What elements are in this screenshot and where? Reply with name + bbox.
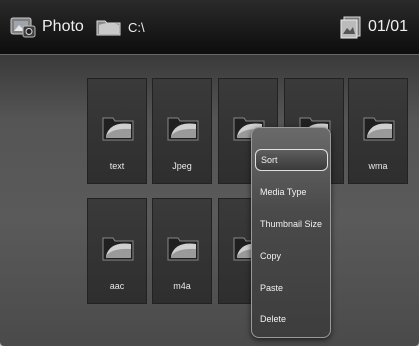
folder-icon bbox=[96, 17, 122, 37]
folder-icon bbox=[363, 117, 395, 141]
folder-tile[interactable]: wma bbox=[348, 78, 408, 184]
photo-icon bbox=[10, 15, 36, 39]
folder-icon bbox=[167, 117, 199, 141]
menu-item-delete[interactable]: Delete bbox=[258, 308, 326, 330]
page-indicator: 01/01 bbox=[368, 18, 409, 35]
page-counter: 01/01 bbox=[340, 0, 408, 54]
menu-item-copy[interactable]: Copy bbox=[258, 245, 326, 267]
tile-label: Jpeg bbox=[172, 161, 192, 171]
top-bar: Photo C:\ 01/01 bbox=[0, 0, 419, 55]
tile-label: m4a bbox=[173, 281, 191, 291]
tile-label: aac bbox=[109, 281, 125, 291]
menu-item-sort[interactable]: Sort bbox=[255, 149, 328, 171]
folder-icon bbox=[167, 237, 199, 261]
tile-label: wma bbox=[368, 161, 388, 171]
folder-tile[interactable]: text bbox=[87, 78, 147, 184]
tile-label: text bbox=[109, 161, 125, 171]
folder-tile[interactable]: Jpeg bbox=[152, 78, 212, 184]
section-label: Photo bbox=[42, 18, 84, 35]
context-menu: Sort Media Type Thumbnail Size Copy Past… bbox=[251, 127, 331, 338]
path-label: C:\ bbox=[128, 19, 145, 35]
section-indicator: Photo bbox=[10, 0, 84, 54]
menu-item-paste[interactable]: Paste bbox=[258, 277, 326, 299]
pages-icon bbox=[340, 15, 362, 39]
current-path: C:\ bbox=[96, 0, 145, 54]
media-browser-window: Photo C:\ 01/01 text Jpeg wma aac m4a So… bbox=[0, 0, 419, 346]
folder-icon bbox=[102, 237, 134, 261]
folder-icon bbox=[102, 117, 134, 141]
menu-item-thumbnail-size[interactable]: Thumbnail Size bbox=[258, 213, 326, 235]
folder-tile[interactable]: m4a bbox=[152, 198, 212, 304]
menu-item-media-type[interactable]: Media Type bbox=[258, 181, 326, 203]
folder-tile[interactable]: aac bbox=[87, 198, 147, 304]
